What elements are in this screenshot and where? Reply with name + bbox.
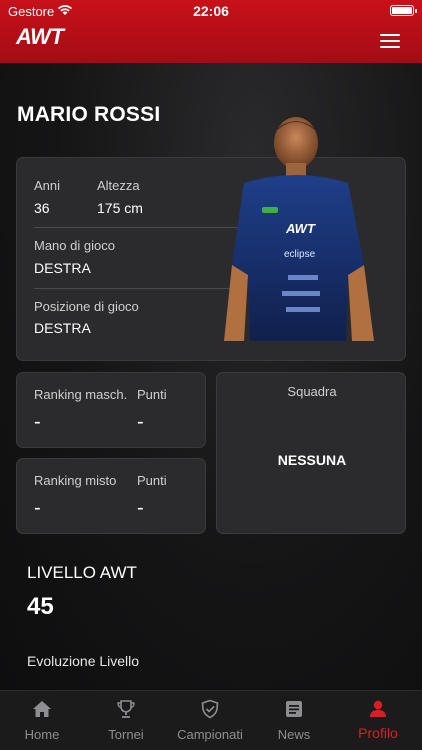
- level-title: LIVELLO AWT: [27, 563, 137, 582]
- hand-label: Mano di gioco: [34, 238, 115, 253]
- age-label: Anni: [34, 178, 61, 193]
- tab-bar: Home Tornei Campionati News Profilo: [0, 690, 422, 750]
- height-value: 175 cm: [97, 200, 143, 216]
- ranking-mixed-points-label: Punti: [137, 473, 167, 488]
- hamburger-menu-icon[interactable]: [380, 34, 400, 50]
- svg-text:AWT: AWT: [285, 221, 316, 236]
- hand-value: DESTRA: [34, 260, 91, 276]
- player-name: MARIO ROSSI: [17, 103, 161, 126]
- awt-logo[interactable]: AWT: [16, 24, 64, 50]
- tab-label: Home: [24, 727, 60, 742]
- ranking-male-label: Ranking masch.: [34, 387, 128, 402]
- height-label: Altezza: [97, 178, 140, 193]
- trophy-icon: [117, 700, 135, 718]
- divider: [34, 288, 238, 289]
- ranking-mixed-points: -: [137, 497, 144, 519]
- home-icon: [33, 701, 51, 717]
- player-photo: AWT eclipse: [224, 117, 374, 341]
- level-value: 45: [27, 593, 54, 620]
- team-value: NESSUNA: [277, 452, 347, 468]
- tab-tornei[interactable]: Tornei: [84, 691, 168, 750]
- shield-icon: [201, 699, 219, 719]
- profile-content[interactable]: MARIO ROSSI Anni 36 Altezza 175 cm Mano …: [0, 63, 422, 690]
- status-bar: Gestore 22:06: [0, 0, 422, 22]
- ranking-mixed-card[interactable]: Ranking misto Punti - -: [16, 458, 206, 534]
- tab-label: Tornei: [108, 727, 144, 742]
- ranking-mixed-label: Ranking misto: [34, 473, 117, 488]
- age-value: 36: [34, 200, 50, 216]
- tab-home[interactable]: Home: [0, 691, 84, 750]
- app-header: Gestore 22:06 AWT: [0, 0, 422, 63]
- level-evolution-title: Evoluzione Livello: [27, 653, 140, 669]
- team-card[interactable]: Squadra NESSUNA: [216, 372, 406, 534]
- tab-label: Profilo: [358, 725, 398, 741]
- tab-campionati[interactable]: Campionati: [168, 691, 252, 750]
- news-icon: [286, 701, 302, 717]
- position-value: DESTRA: [34, 320, 91, 336]
- tab-label: News: [277, 727, 311, 742]
- ranking-male-value: -: [34, 411, 41, 433]
- clock: 22:06: [193, 3, 229, 19]
- ranking-mixed-value: -: [34, 497, 41, 519]
- ranking-male-card[interactable]: Ranking masch. Punti - -: [16, 372, 206, 448]
- tab-news[interactable]: News: [252, 691, 336, 750]
- tab-label: Campionati: [177, 727, 243, 742]
- ranking-male-points: -: [137, 411, 144, 433]
- battery-icon: [390, 5, 417, 16]
- ranking-male-points-label: Punti: [137, 387, 167, 402]
- team-label: Squadra: [287, 384, 337, 399]
- divider: [34, 227, 238, 228]
- position-label: Posizione di gioco: [34, 299, 139, 314]
- tab-profilo[interactable]: Profilo: [336, 691, 420, 750]
- profile-icon: [370, 700, 386, 717]
- svg-text:eclipse: eclipse: [284, 249, 316, 260]
